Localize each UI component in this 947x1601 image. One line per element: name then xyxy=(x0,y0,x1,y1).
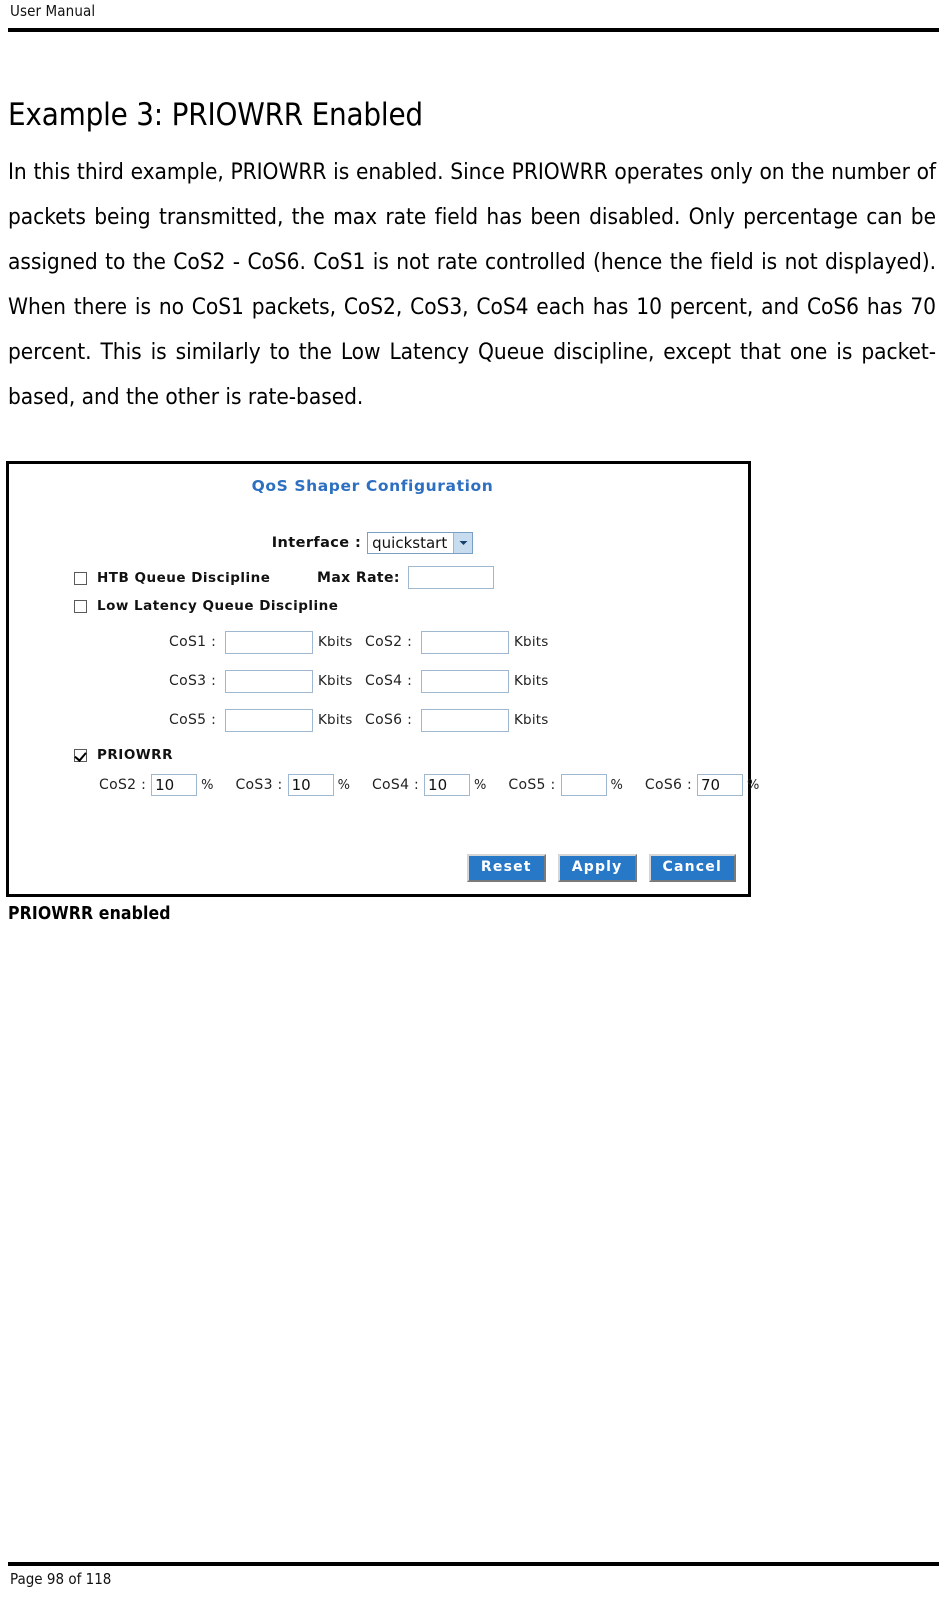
low-latency-queue-discipline-row[interactable]: Low Latency Queue Discipline xyxy=(74,598,338,614)
max-rate-group: Max Rate: xyxy=(317,566,494,589)
priowrr-cos2-input[interactable] xyxy=(151,774,198,796)
cos3-rate-unit: Kbits xyxy=(318,673,353,689)
priowrr-row[interactable]: PRIOWRR xyxy=(74,747,173,763)
header-title: User Manual xyxy=(10,2,96,20)
cos-rate-row: CoS3 : Kbits CoS4 : Kbits xyxy=(169,669,569,693)
cos-rate-row: CoS1 : Kbits CoS2 : Kbits xyxy=(169,630,569,654)
interface-row: Interface : quickstart xyxy=(9,532,736,554)
priowrr-cos6-label: CoS6 : xyxy=(644,777,692,793)
cos-rate-row: CoS5 : Kbits CoS6 : Kbits xyxy=(169,708,569,732)
document-page: User Manual Example 3: PRIOWRR Enabled I… xyxy=(0,0,947,1601)
priowrr-cos4-label: CoS4 : xyxy=(371,777,420,793)
cos2-rate-unit: Kbits xyxy=(514,634,549,650)
priowrr-cos6-input[interactable] xyxy=(696,774,743,796)
cos1-rate-label: CoS1 : xyxy=(169,634,217,650)
max-rate-input[interactable] xyxy=(407,566,494,589)
cos6-rate-label: CoS6 : xyxy=(365,712,413,728)
cos5-rate-input[interactable] xyxy=(225,708,313,732)
footer-divider xyxy=(8,1562,939,1566)
cos1-rate-cell: CoS1 : Kbits xyxy=(169,630,365,654)
cos2-rate-label: CoS2 : xyxy=(365,634,413,650)
htb-queue-discipline-label: HTB Queue Discipline xyxy=(97,570,271,586)
cos4-rate-input[interactable] xyxy=(421,669,509,693)
action-button-row: Reset Apply Cancel xyxy=(466,854,736,882)
low-latency-queue-discipline-checkbox[interactable] xyxy=(74,599,87,613)
priowrr-cos2-unit: % xyxy=(201,777,214,793)
priowrr-cos4-unit: % xyxy=(474,777,487,793)
body-paragraph: In this third example, PRIOWRR is enable… xyxy=(8,159,936,410)
cos4-rate-cell: CoS4 : Kbits xyxy=(365,669,549,693)
cos4-rate-unit: Kbits xyxy=(514,673,549,689)
htb-queue-discipline-row[interactable]: HTB Queue Discipline xyxy=(74,570,270,586)
page-number: Page 98 of 118 xyxy=(10,1570,112,1588)
priowrr-label: PRIOWRR xyxy=(97,747,173,763)
priowrr-cos5-input[interactable] xyxy=(560,774,607,796)
interface-label: Interface : xyxy=(271,535,362,551)
qos-shaper-configuration-figure: QoS Shaper Configuration Interface : qui… xyxy=(6,461,759,897)
priowrr-cos4-cell: CoS4 : % xyxy=(372,774,486,796)
cos5-rate-unit: Kbits xyxy=(318,712,353,728)
page-content: Example 3: PRIOWRR Enabled In this third… xyxy=(8,96,936,420)
htb-queue-discipline-checkbox[interactable] xyxy=(74,571,87,585)
cos3-rate-input[interactable] xyxy=(225,669,313,693)
cos3-rate-cell: CoS3 : Kbits xyxy=(169,669,365,693)
priowrr-cos5-unit: % xyxy=(610,777,623,793)
interface-select-value: quickstart xyxy=(372,534,448,552)
header-divider xyxy=(8,28,939,32)
cos1-rate-unit: Kbits xyxy=(318,634,353,650)
priowrr-cos6-cell: CoS6 : % xyxy=(645,774,759,796)
cos1-rate-input[interactable] xyxy=(225,630,313,654)
priowrr-cos3-label: CoS3 : xyxy=(235,777,283,793)
document-footer: Page 98 of 118 xyxy=(8,1568,939,1590)
chevron-down-icon[interactable] xyxy=(453,533,473,553)
priowrr-percent-grid: CoS2 : % CoS3 : % CoS4 : % CoS5 : % CoS6… xyxy=(99,774,781,796)
priowrr-cos3-unit: % xyxy=(337,777,350,793)
cos3-rate-label: CoS3 : xyxy=(169,673,217,689)
qos-panel-title: QoS Shaper Configuration xyxy=(251,477,494,495)
apply-button[interactable]: Apply xyxy=(557,854,637,882)
cos-rate-grid: CoS1 : Kbits CoS2 : Kbits CoS3 : Kbits C… xyxy=(169,630,569,747)
priowrr-cos5-label: CoS5 : xyxy=(508,777,556,793)
cos5-rate-label: CoS5 : xyxy=(169,712,217,728)
figure-caption: PRIOWRR enabled xyxy=(8,904,171,924)
priowrr-cos6-unit: % xyxy=(746,777,760,793)
cos6-rate-unit: Kbits xyxy=(514,712,549,728)
page-title: Example 3: PRIOWRR Enabled xyxy=(8,97,423,133)
priowrr-checkbox[interactable] xyxy=(74,748,87,762)
cos4-rate-label: CoS4 : xyxy=(365,673,413,689)
priowrr-cos2-label: CoS2 : xyxy=(99,777,147,793)
priowrr-cos3-input[interactable] xyxy=(287,774,334,796)
cos6-rate-input[interactable] xyxy=(421,708,509,732)
cos2-rate-cell: CoS2 : Kbits xyxy=(365,630,549,654)
cos2-rate-input[interactable] xyxy=(421,630,509,654)
cos5-rate-cell: CoS5 : Kbits xyxy=(169,708,365,732)
priowrr-cos4-input[interactable] xyxy=(424,774,471,796)
reset-button[interactable]: Reset xyxy=(466,854,546,882)
cancel-button[interactable]: Cancel xyxy=(648,854,736,882)
max-rate-label: Max Rate: xyxy=(317,569,400,586)
priowrr-cos3-cell: CoS3 : % xyxy=(235,774,350,796)
low-latency-queue-discipline-label: Low Latency Queue Discipline xyxy=(97,598,339,614)
interface-select[interactable]: quickstart xyxy=(367,532,474,554)
cos6-rate-cell: CoS6 : Kbits xyxy=(365,708,549,732)
priowrr-cos2-cell: CoS2 : % xyxy=(99,774,213,796)
priowrr-cos5-cell: CoS5 : % xyxy=(508,774,623,796)
